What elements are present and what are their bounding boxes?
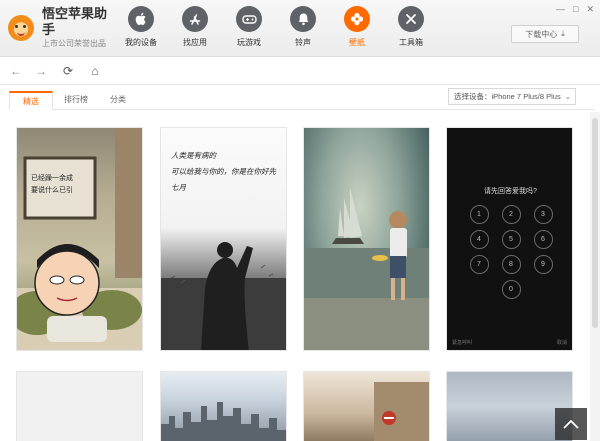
wallpaper-card[interactable]: 人类是有病的 可以给我与你的，你是在你好先 七月 xyxy=(160,127,287,351)
wallpaper-caption: 已经躁一余成 要说什么已引 xyxy=(31,174,73,194)
wallpaper-image xyxy=(374,382,429,441)
wallpaper-card[interactable] xyxy=(303,371,430,441)
wallpaper-image xyxy=(304,188,429,350)
chevron-up-icon xyxy=(563,419,579,429)
wallpaper-caption: 人类是有病的 可以给我与你的，你是在你好先 七月 xyxy=(171,151,276,192)
keypad-key: 8 xyxy=(501,255,521,274)
keypad-key: 7 xyxy=(469,255,489,274)
wallpaper-image xyxy=(17,128,142,350)
keypad-key: 4 xyxy=(469,230,489,249)
keypad-key: 3 xyxy=(533,205,553,224)
wallpaper-card[interactable] xyxy=(16,371,143,441)
lockscreen-cancel: 取消 xyxy=(556,340,567,346)
keypad-key: 9 xyxy=(533,255,553,274)
keypad-key: 6 xyxy=(533,230,553,249)
lockscreen-emergency: 紧急呼叫 xyxy=(452,340,473,346)
wallpaper-card[interactable] xyxy=(160,371,287,441)
wallpaper-card[interactable]: 请先回答爱我吗? 1 2 3 4 5 6 7 8 9 0 紧急呼叫 取消 xyxy=(446,127,573,351)
back-to-top-button[interactable] xyxy=(555,408,587,440)
wallpaper-card[interactable] xyxy=(446,371,573,441)
keypad-key: 2 xyxy=(501,205,521,224)
vertical-scrollbar[interactable] xyxy=(590,112,600,441)
keypad-key: 0 xyxy=(501,280,521,299)
wallpaper-grid: 已经躁一余成 要说什么已引 人类是有病的 可以给我与你的，你是在你好先 七月 请… xyxy=(0,0,600,441)
lockscreen-keypad: 1 2 3 4 5 6 7 8 9 0 xyxy=(463,205,559,299)
app-window: 悟空苹果助手 上市公司荣誉出品 我的设备 找应用 玩游戏 铃声 壁纸 工具箱 —… xyxy=(0,0,600,441)
wallpaper-image xyxy=(161,402,286,441)
keypad-key: 1 xyxy=(469,205,489,224)
scrollbar-thumb[interactable] xyxy=(592,118,598,328)
wallpaper-card[interactable] xyxy=(303,127,430,351)
keypad-key: 5 xyxy=(501,230,521,249)
wallpaper-card[interactable]: 已经躁一余成 要说什么已引 xyxy=(16,127,143,351)
lockscreen-title: 请先回答爱我吗? xyxy=(484,188,537,195)
